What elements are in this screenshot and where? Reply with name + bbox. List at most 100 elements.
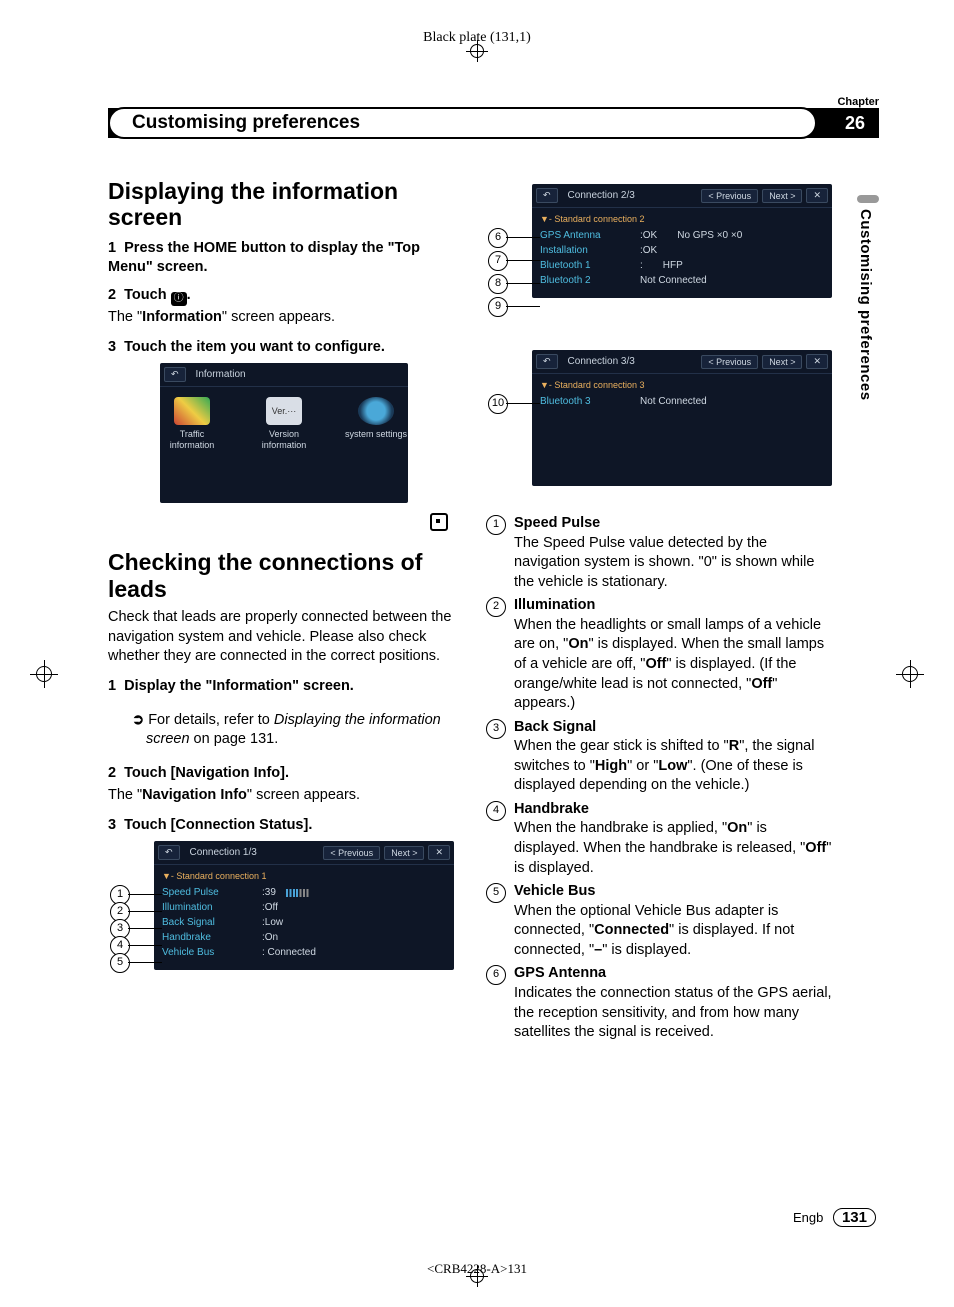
def-num: 5 [486,883,506,903]
version-info-button[interactable]: Ver.··· Version information [252,397,316,451]
def-speed-pulse: 1Speed PulseThe Speed Pulse value detect… [486,514,836,592]
def-desc: When the handbrake is applied, "On" is d… [514,819,836,878]
callout-line [506,403,540,404]
step-2: 2 Touch ⓘ. [108,286,458,306]
traffic-info-button[interactable]: Traffic information [160,397,224,451]
callout-line [128,945,162,946]
def-desc: When the headlights or small lamps of a … [514,616,836,714]
step-1: 1 Press the HOME button to display the "… [108,239,458,278]
chapter-title: Customising preferences [132,112,360,134]
chapter-number-badge: 26 [835,111,875,136]
conn-row-speed-pulse: Speed Pulse:39 [162,885,446,900]
def-num: 2 [486,597,506,617]
connection-2-shot: ↶ Connection 2/3 < Previous Next > ✕ ▼- … [532,184,832,298]
callout-line [506,283,540,284]
conn-row-bluetooth-3: Bluetooth 3Not Connected [540,394,824,409]
close-icon[interactable]: ✕ [806,354,828,369]
chapter-header: Customising preferences 26 [108,108,879,138]
connection-1-shot-wrap: ↶ Connection 1/3 < Previous Next > ✕ ▼- … [108,841,458,991]
conn3-group: ▼- Standard connection 3 [540,380,824,390]
connection-3-shot-wrap: ↶ Connection 3/3 < Previous Next > ✕ ▼- … [486,350,836,500]
prev-button[interactable]: < Previous [701,355,758,369]
def-illumination: 2IlluminationWhen the headlights or smal… [486,596,836,713]
callout-line [128,928,162,929]
side-tab: Customising preferences [857,195,879,465]
crop-mark-bottom [466,1265,488,1287]
def-desc: When the optional Vehicle Bus adapter is… [514,902,836,961]
close-icon[interactable]: ✕ [806,188,828,203]
step-3: 3 Touch the item you want to configure. [108,338,458,358]
conn-row-handbrake: Handbrake:On [162,930,446,945]
version-icon: Ver.··· [266,397,302,425]
back-icon[interactable]: ↶ [158,845,180,860]
def-gps-antenna: 6GPS AntennaIndicates the connection sta… [486,964,836,1042]
close-icon[interactable]: ✕ [428,845,450,860]
next-button[interactable]: Next > [762,189,802,203]
conn-row-vehicle-bus: Vehicle Bus: Connected [162,945,446,960]
def-term: Back Signal [514,718,836,738]
callout-line [128,962,162,963]
c-step-2-result: The "Navigation Info" screen appears. [108,786,458,806]
def-vehicle-bus: 5 Vehicle BusWhen the optional Vehicle Bu… [486,882,836,960]
def-desc: The Speed Pulse value detected by the na… [514,534,836,593]
next-button[interactable]: Next > [762,355,802,369]
system-settings-button[interactable]: system settings [344,397,408,451]
def-num: 4 [486,801,506,821]
def-term: Handbrake [514,800,836,820]
conn1-group: ▼- Standard connection 1 [162,871,446,881]
conn-row-back-signal: Back Signal:Low [162,915,446,930]
callout-5: 5 [110,953,130,973]
c-step-1-ref: For details, refer to Displaying the inf… [132,711,458,750]
conn2-group: ▼- Standard connection 2 [540,214,824,224]
conn-row-gps-antenna: GPS Antenna:OKNo GPS ×0 ×0 [540,228,824,243]
callout-6: 6 [488,228,508,248]
c-step-1: 1 Display the "Information" screen. [108,677,458,697]
info-screen-title: Information [190,369,404,380]
back-icon[interactable]: ↶ [536,188,558,203]
prev-button[interactable]: < Previous [701,189,758,203]
step-2-result: The "Information" screen appears. [108,308,458,328]
def-term: Vehicle Bus [514,882,836,902]
callout-line [128,894,162,895]
next-button[interactable]: Next > [384,846,424,860]
information-screen-shot: ↶ Information Traffic information Ver.··… [160,363,408,503]
connection-1-shot: ↶ Connection 1/3 < Previous Next > ✕ ▼- … [154,841,454,970]
section-end-icon [430,513,448,531]
connection-3-shot: ↶ Connection 3/3 < Previous Next > ✕ ▼- … [532,350,832,486]
footer-lang: Engb [793,1210,823,1225]
definitions-list: 1Speed PulseThe Speed Pulse value detect… [486,514,836,1043]
conn-row-installation: Installation:OK [540,243,824,258]
def-num: 6 [486,965,506,985]
def-handbrake: 4 HandbrakeWhen the handbrake is applied,… [486,800,836,878]
side-tab-text: Customising preferences [857,209,874,401]
callout-7: 7 [488,251,508,271]
info-icon: ⓘ [171,292,187,306]
def-num: 3 [486,719,506,739]
c-step-3: 3 Touch [Connection Status]. [108,816,458,836]
footer-page-number: 131 [833,1208,876,1227]
callout-line [506,306,540,307]
c-step-2: 2 Touch [Navigation Info]. [108,764,458,784]
conn3-title: Connection 3/3 [562,356,698,367]
chapter-label: Chapter [837,96,879,108]
section2-intro: Check that leads are properly connected … [108,608,458,667]
page-footer: Engb 131 [793,1208,876,1227]
callout-10: 10 [488,394,508,414]
callout-line [128,911,162,912]
connection-2-shot-wrap: ↶ Connection 2/3 < Previous Next > ✕ ▼- … [486,184,836,344]
def-desc: Indicates the connection status of the G… [514,984,836,1043]
section-checking-connections: Checking the connections of leads [108,549,458,602]
callout-line [506,237,540,238]
prev-button[interactable]: < Previous [323,846,380,860]
back-icon[interactable]: ↶ [536,354,558,369]
conn-row-illumination: Illumination:Off [162,900,446,915]
def-back-signal: 3 Back SignalWhen the gear stick is shift… [486,718,836,796]
back-icon[interactable]: ↶ [164,367,186,382]
def-desc: When the gear stick is shifted to "R", t… [514,737,836,796]
callout-8: 8 [488,274,508,294]
conn1-title: Connection 1/3 [184,847,320,858]
callout-9: 9 [488,297,508,317]
conn-row-bluetooth-1: Bluetooth 1:HFP [540,258,824,273]
conn2-title: Connection 2/3 [562,190,698,201]
crop-mark-left [30,660,58,688]
